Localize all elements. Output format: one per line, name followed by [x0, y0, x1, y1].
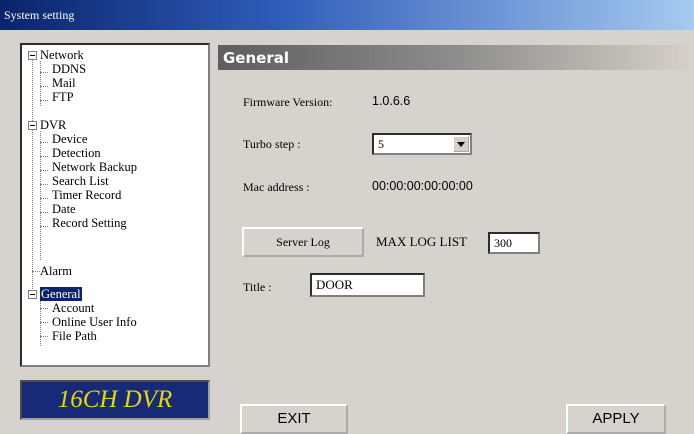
tree-item-account[interactable]: Account [52, 301, 94, 315]
tree-item-record-setting[interactable]: Record Setting [52, 216, 127, 230]
turbo-step-label: Turbo step : [243, 137, 301, 151]
title-input[interactable]: DOOR [310, 273, 425, 297]
tree-item-detection[interactable]: Detection [52, 146, 101, 160]
tree-item-date[interactable]: Date [52, 202, 76, 216]
mac-address-label: Mac address : [243, 180, 310, 194]
turbo-step-select[interactable]: 5 [372, 133, 472, 155]
tree-connector [32, 271, 40, 272]
tree-connector [40, 322, 48, 323]
tree-connector [40, 156, 48, 157]
tree-connector [40, 226, 48, 227]
tree-item-online-user-info[interactable]: Online User Info [52, 315, 137, 329]
tree-connector [40, 100, 48, 101]
dvr-logo: 16CH DVR [20, 380, 210, 420]
tree-item-network-backup[interactable]: Network Backup [52, 160, 137, 174]
tree-item-search-list[interactable]: Search List [52, 174, 109, 188]
mac-address-value: 00:00:00:00:00:00 [372, 179, 473, 193]
tree-connector [40, 308, 48, 309]
title-bar: System setting [0, 0, 694, 30]
tree-item-timer-record[interactable]: Timer Record [52, 188, 121, 202]
tree-item-dvr[interactable]: DVR [40, 118, 66, 132]
exit-button[interactable]: EXIT [240, 404, 348, 434]
settings-tree[interactable]: Network DDNS Mail FTP DVR Device Detecti… [20, 43, 210, 367]
tree-connector [32, 57, 33, 297]
firmware-label: Firmware Version: [243, 95, 333, 109]
max-log-list-label: MAX LOG LIST [376, 234, 467, 249]
tree-connector [40, 184, 48, 185]
tree-item-ftp[interactable]: FTP [52, 90, 74, 104]
tree-item-alarm[interactable]: Alarm [40, 264, 72, 278]
apply-button[interactable]: APPLY [566, 404, 666, 434]
tree-item-device[interactable]: Device [52, 132, 87, 146]
max-log-list-input[interactable]: 300 [488, 232, 540, 254]
tree-item-ddns[interactable]: DDNS [52, 62, 86, 76]
collapse-dvr-icon[interactable] [28, 121, 37, 130]
tree-item-file-path[interactable]: File Path [52, 329, 97, 343]
tree-item-mail[interactable]: Mail [52, 76, 76, 90]
tree-connector [40, 86, 48, 87]
server-log-button[interactable]: Server Log [242, 227, 364, 257]
tree-connector [40, 170, 48, 171]
window-title: System setting [4, 8, 75, 22]
tree-item-network[interactable]: Network [40, 48, 84, 62]
collapse-network-icon[interactable] [28, 51, 37, 60]
tree-connector [40, 212, 48, 213]
tree-connector [40, 198, 48, 199]
tree-connector [40, 131, 41, 260]
tree-item-general[interactable]: General [40, 287, 82, 301]
system-setting-window: System setting Network DDNS Mail FTP DVR… [0, 0, 694, 434]
tree-connector [40, 72, 48, 73]
title-label: Title : [243, 280, 272, 294]
tree-connector [40, 336, 48, 337]
firmware-value: 1.0.6.6 [372, 94, 411, 108]
panel-title: General [223, 49, 289, 67]
panel-header: General [218, 45, 688, 70]
chevron-down-icon[interactable] [453, 136, 469, 152]
tree-connector [40, 142, 48, 143]
turbo-step-value: 5 [378, 137, 384, 151]
collapse-general-icon[interactable] [28, 290, 37, 299]
